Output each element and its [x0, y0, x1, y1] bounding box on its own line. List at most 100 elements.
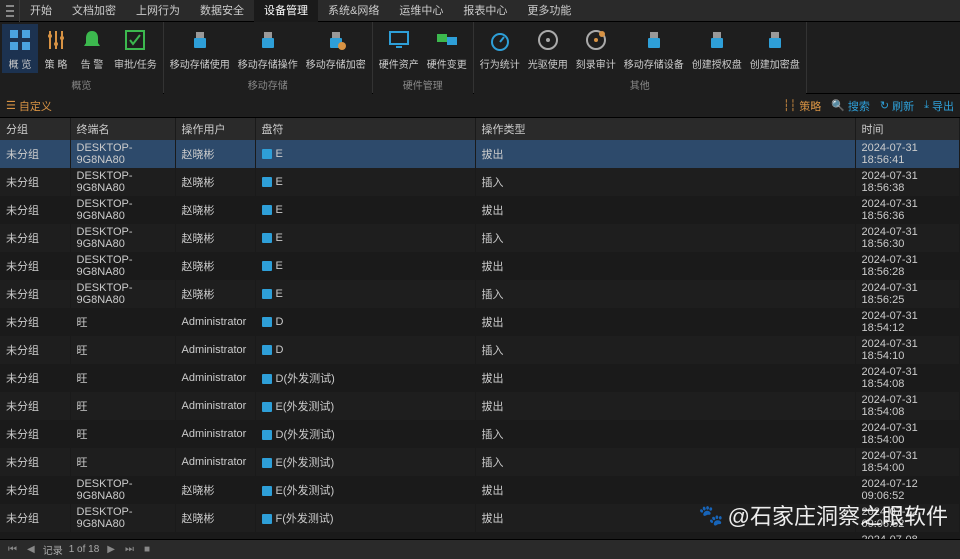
column-header[interactable]: 终端名 — [70, 118, 175, 140]
table-row[interactable]: 未分组DESKTOP-9G8NA80赵晓彬E拔出2024-07-31 18:56… — [0, 252, 960, 280]
export-button[interactable]: ⤓ 导出 — [924, 98, 954, 114]
ribbon-item[interactable]: 移动存储加密 — [302, 24, 370, 73]
ribbon-item[interactable]: 刻录审计 — [572, 24, 620, 73]
ribbon-item[interactable]: 创建加密盘 — [746, 24, 804, 73]
table-row[interactable]: 未分组DESKTOP-9G8NA80赵晓彬E插入2024-07-31 18:56… — [0, 224, 960, 252]
ribbon-item-label: 行为统计 — [480, 56, 520, 71]
ribbon-item[interactable]: 移动存储设备 — [620, 24, 688, 73]
table-cell: 未分组 — [0, 504, 70, 532]
refresh-button[interactable]: ↻ 刷新 — [880, 98, 914, 114]
table-cell: 赵晓彬 — [175, 252, 255, 280]
column-header[interactable]: 操作类型 — [475, 118, 855, 140]
table-cell: 旺 — [70, 392, 175, 420]
table-cell: 赵晓彬 — [175, 140, 255, 168]
table-row[interactable]: 未分组旺AdministratorD拔出2024-07-31 18:54:12 — [0, 308, 960, 336]
table-row[interactable]: 未分组DESKTOP-9G8NA80赵晓彬E拔出2024-07-31 18:56… — [0, 140, 960, 168]
table-cell: 赵晓彬 — [175, 504, 255, 532]
table-row[interactable]: 未分组DESKTOP-9G8NA80赵晓彬E插入2024-07-31 18:56… — [0, 168, 960, 196]
ribbon-item-label: 创建授权盘 — [692, 56, 742, 71]
table-row[interactable]: 未分组旺AdministratorE(外发测试)拔出2024-07-31 18:… — [0, 392, 960, 420]
menubar-item[interactable]: 文档加密 — [62, 0, 126, 22]
ribbon-item[interactable]: 创建授权盘 — [688, 24, 746, 73]
table-cell: 拔出 — [475, 364, 855, 392]
ribbon-item[interactable]: 光驱使用 — [524, 24, 572, 73]
menubar-item[interactable]: 更多功能 — [517, 0, 581, 22]
ribbon-item[interactable]: 行为统计 — [476, 24, 524, 73]
search-button[interactable]: 🔍 搜索 — [831, 98, 870, 114]
menubar-item[interactable]: 数据安全 — [190, 0, 254, 22]
table-row[interactable]: 未分组旺AdministratorD(外发测试)拔出2024-07-31 18:… — [0, 364, 960, 392]
nav-stop-button[interactable]: ■ — [142, 544, 152, 555]
menubar-item[interactable]: 开始 — [20, 0, 62, 22]
column-header[interactable]: 盘符 — [255, 118, 475, 140]
table-cell: F(外发测试) — [255, 504, 475, 532]
menubar-item[interactable]: 运维中心 — [389, 0, 453, 22]
usb-icon — [262, 514, 272, 524]
usb-icon — [262, 374, 272, 384]
table-cell: 2024-07-31 18:54:08 — [855, 364, 960, 392]
table-cell: 拔出 — [475, 476, 855, 504]
strategy-button[interactable]: ┆┆ 策略 — [783, 98, 821, 114]
table-cell: DESKTOP-9G8NA80 — [70, 168, 175, 196]
table-cell: 未分组 — [0, 280, 70, 308]
table-cell: 赵晓彬 — [175, 196, 255, 224]
table-cell: E(外发测试) — [255, 448, 475, 476]
table-cell: 2024-07-12 09:06:52 — [855, 476, 960, 504]
ribbon-group-label: 概览 — [0, 75, 163, 94]
table-row[interactable]: 未分组DESKTOP-9G8NA80赵晓彬E(外发测试)拔出2024-07-12… — [0, 476, 960, 504]
ribbon-item[interactable]: 审批/任务 — [110, 24, 161, 73]
usb-lock-icon — [322, 26, 350, 54]
column-header[interactable]: 时间 — [855, 118, 960, 140]
ribbon-item-label: 移动存储加密 — [306, 56, 366, 71]
table-cell: 未分组 — [0, 140, 70, 168]
check-icon — [121, 26, 149, 54]
usb-icon — [262, 205, 272, 215]
menubar-item[interactable]: 设备管理 — [254, 0, 318, 23]
export-label: 导出 — [932, 98, 954, 114]
ribbon-item[interactable]: 概 览 — [2, 24, 38, 73]
table-row[interactable]: 未分组DESKTOP-9G8NA80赵晓彬E拔出2024-07-31 18:56… — [0, 196, 960, 224]
menubar-item[interactable]: 上网行为 — [126, 0, 190, 22]
ribbon-item-label: 刻录审计 — [576, 56, 616, 71]
ribbon-item[interactable]: 告 警 — [74, 24, 110, 73]
record-label: 记录 — [43, 542, 63, 557]
menubar-item[interactable]: 报表中心 — [453, 0, 517, 22]
customize-icon: ☰ — [6, 99, 16, 112]
app-menu-button[interactable] — [0, 0, 20, 22]
ribbon-item[interactable]: 硬件变更 — [423, 24, 471, 73]
table-row[interactable]: 未分组DESKTOP-9G8NA80赵晓彬F(外发测试)拔出2024-07-12… — [0, 504, 960, 532]
table-row[interactable]: 未分组旺AdministratorD插入2024-07-31 18:54:10 — [0, 336, 960, 364]
usb-icon — [254, 26, 282, 54]
usb-icon — [186, 26, 214, 54]
ribbon-item-label: 硬件变更 — [427, 56, 467, 71]
table-cell: E — [255, 224, 475, 252]
table-row[interactable]: 未分组旺AdministratorE(外发测试)插入2024-07-31 18:… — [0, 448, 960, 476]
ribbon-item-label: 概 览 — [9, 56, 32, 71]
menubar-item[interactable]: 系统&网络 — [318, 0, 389, 22]
table-cell: 插入 — [475, 448, 855, 476]
usb-icon — [262, 402, 272, 412]
table-row[interactable]: 未分组旺AdministratorD拔出2024-07-08 17:22:36 — [0, 532, 960, 539]
nav-prev-button[interactable]: ◀ — [25, 544, 37, 555]
column-header[interactable]: 分组 — [0, 118, 70, 140]
ribbon-group-label: 硬件管理 — [373, 75, 473, 94]
nav-first-button[interactable]: ⏮ — [6, 544, 19, 555]
table-cell: 未分组 — [0, 420, 70, 448]
ribbon-item[interactable]: 硬件资产 — [375, 24, 423, 73]
ribbon-item[interactable]: 移动存储使用 — [166, 24, 234, 73]
nav-last-button[interactable]: ⏭ — [123, 544, 136, 555]
table-cell: 拔出 — [475, 308, 855, 336]
table-cell: E — [255, 140, 475, 168]
table-cell: 2024-07-31 18:56:25 — [855, 280, 960, 308]
ribbon-item-label: 移动存储操作 — [238, 56, 298, 71]
ribbon-item[interactable]: 策 略 — [38, 24, 74, 73]
nav-next-button[interactable]: ▶ — [105, 544, 117, 555]
table-cell: DESKTOP-9G8NA80 — [70, 196, 175, 224]
column-header[interactable]: 操作用户 — [175, 118, 255, 140]
ribbon-item[interactable]: 移动存储操作 — [234, 24, 302, 73]
table-cell: 插入 — [475, 336, 855, 364]
usb-icon — [262, 486, 272, 496]
customize-button[interactable]: ☰ 自定义 — [6, 98, 52, 114]
table-row[interactable]: 未分组旺AdministratorD(外发测试)插入2024-07-31 18:… — [0, 420, 960, 448]
table-row[interactable]: 未分组DESKTOP-9G8NA80赵晓彬E插入2024-07-31 18:56… — [0, 280, 960, 308]
